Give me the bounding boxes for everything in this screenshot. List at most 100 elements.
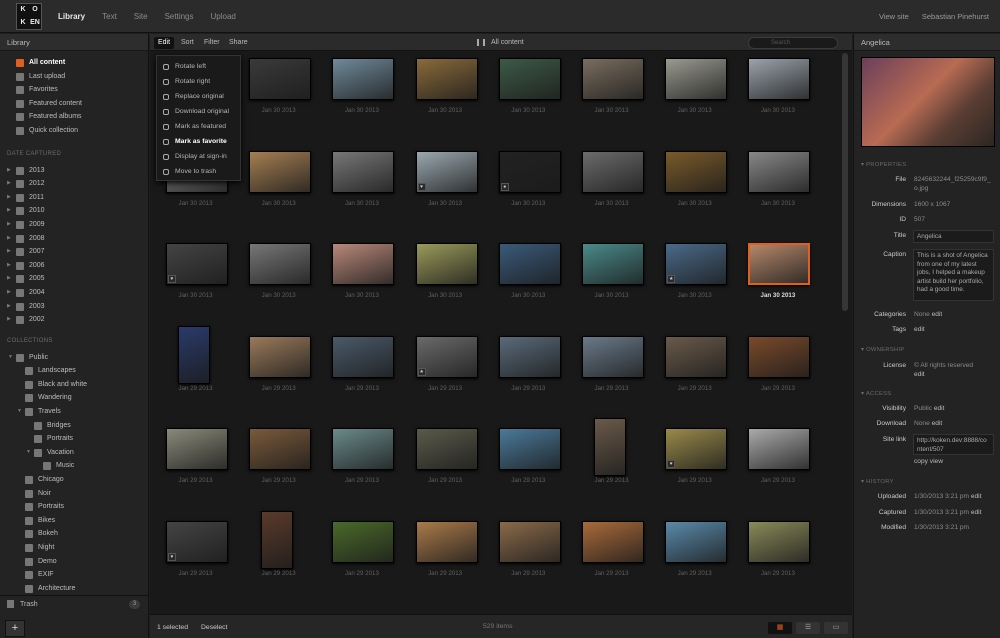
- thumbnail-image[interactable]: [582, 335, 644, 378]
- thumbnail-cell[interactable]: Jan 29 2013: [320, 423, 403, 515]
- thumbnail-cell[interactable]: Jan 29 2013: [570, 331, 653, 423]
- sitelink-field[interactable]: http://koken.dev:8888/content/507: [913, 434, 994, 455]
- view-link[interactable]: view: [930, 458, 943, 465]
- tab-share[interactable]: Share: [225, 37, 252, 49]
- menu-item-rotate-right[interactable]: Rotate right: [157, 74, 240, 89]
- thumbnail-image[interactable]: [332, 520, 395, 563]
- thumbnail-cell[interactable]: Jan 29 2013: [320, 331, 403, 423]
- sidebar-collection-bokeh[interactable]: Bokeh: [0, 527, 148, 541]
- sidebar-year-2012[interactable]: ▶ 2012: [0, 177, 148, 191]
- thumbnail-cell[interactable]: Jan 30 2013: [237, 238, 320, 330]
- menu-item-mark-as-favorite[interactable]: Mark as favorite: [157, 134, 240, 149]
- sidebar-year-2005[interactable]: ▶ 2005: [0, 272, 148, 286]
- expand-arrow-icon[interactable]: ▶: [7, 300, 11, 314]
- expand-arrow-icon[interactable]: ▶: [7, 313, 11, 327]
- thumbnail-image[interactable]: [166, 428, 228, 470]
- expand-arrow-icon[interactable]: ▶: [7, 164, 11, 178]
- thumbnail-cell[interactable]: ● Jan 30 2013: [487, 146, 570, 238]
- sidebar-year-2009[interactable]: ▶ 2009: [0, 218, 148, 232]
- expand-arrow-icon[interactable]: ▶: [7, 259, 11, 273]
- thumbnail-image[interactable]: [249, 335, 312, 378]
- nav-settings[interactable]: Settings: [165, 12, 194, 21]
- thumbnail-cell[interactable]: Jan 29 2013: [487, 423, 570, 515]
- categories-edit-link[interactable]: edit: [932, 311, 943, 318]
- thumbnail-cell[interactable]: ♥ Jan 30 2013: [404, 146, 487, 238]
- thumbnail-cell[interactable]: ♥ Jan 29 2013: [154, 516, 237, 608]
- thumbnail-cell[interactable]: Jan 30 2013: [320, 238, 403, 330]
- properties-header[interactable]: ▾ PROPERTIES: [861, 162, 906, 168]
- collections-header[interactable]: COLLECTIONS: [0, 331, 148, 351]
- collapse-arrow-icon[interactable]: ▼: [26, 446, 31, 460]
- sidebar-item-all-content[interactable]: All content: [0, 56, 148, 70]
- expand-arrow-icon[interactable]: ▶: [7, 191, 11, 205]
- sidebar-collection-bridges[interactable]: Bridges: [0, 419, 148, 433]
- thumbnail-image[interactable]: [415, 428, 478, 470]
- thumbnail-image[interactable]: [249, 150, 312, 193]
- sidebar-collection-black-and-white[interactable]: Black and white: [0, 378, 148, 392]
- thumbnail-image[interactable]: [332, 58, 395, 100]
- thumbnail-image[interactable]: [748, 335, 811, 378]
- thumbnail-cell[interactable]: Jan 30 2013: [404, 53, 487, 145]
- menu-item-move-to-trash[interactable]: Move to trash: [157, 164, 240, 179]
- thumbnail-cell[interactable]: Jan 29 2013: [237, 423, 320, 515]
- thumbnail-cell[interactable]: Jan 29 2013: [237, 510, 320, 608]
- collapse-arrow-icon[interactable]: ▼: [8, 351, 13, 365]
- thumbnail-image[interactable]: [178, 325, 210, 384]
- thumbnail-cell[interactable]: Jan 29 2013: [487, 516, 570, 608]
- thumbnail-image[interactable]: [415, 58, 478, 100]
- menu-item-rotate-left[interactable]: Rotate left: [157, 59, 240, 74]
- thumbnail-image[interactable]: [665, 520, 728, 563]
- thumbnail-cell[interactable]: Jan 30 2013: [487, 53, 570, 145]
- menu-item-mark-as-featured[interactable]: Mark as featured: [157, 119, 240, 134]
- thumbnail-cell[interactable]: Jan 30 2013: [736, 53, 819, 145]
- nav-site[interactable]: Site: [134, 12, 148, 21]
- tab-filter[interactable]: Filter: [200, 37, 224, 49]
- expand-arrow-icon[interactable]: ▶: [7, 232, 11, 246]
- expand-arrow-icon[interactable]: ▶: [7, 245, 11, 259]
- menu-item-replace-original[interactable]: Replace original: [157, 89, 240, 104]
- sidebar-year-2006[interactable]: ▶ 2006: [0, 259, 148, 273]
- tags-edit-link[interactable]: edit: [914, 326, 925, 333]
- thumbnail-cell[interactable]: Jan 30 2013: [320, 53, 403, 145]
- sidebar-collection-portraits[interactable]: Portraits: [0, 432, 148, 446]
- thumbnail-cell[interactable]: Jan 29 2013: [154, 325, 237, 423]
- thumbnail-image[interactable]: [582, 150, 644, 193]
- thumbnail-image[interactable]: [498, 335, 561, 378]
- sidebar-year-2013[interactable]: ▶ 2013: [0, 164, 148, 178]
- thumbnail-image[interactable]: [748, 150, 811, 193]
- sidebar-collection-vacation[interactable]: ▼ Vacation: [0, 446, 148, 460]
- list-view-icon[interactable]: ☰: [796, 622, 820, 634]
- visibility-edit-link[interactable]: edit: [934, 405, 945, 412]
- thumbnail-image[interactable]: [582, 243, 644, 285]
- thumbnail-image[interactable]: [748, 243, 811, 285]
- history-header[interactable]: ▾ HISTORY: [861, 479, 894, 485]
- thumbnail-image[interactable]: [748, 428, 811, 470]
- captured-edit-link[interactable]: edit: [971, 509, 982, 516]
- thumbnail-image[interactable]: [498, 58, 561, 100]
- expand-arrow-icon[interactable]: ▶: [7, 218, 11, 232]
- thumbnail-cell[interactable]: Jan 30 2013: [237, 146, 320, 238]
- thumbnail-cell[interactable]: Jan 29 2013: [736, 423, 819, 515]
- sidebar-collection-night[interactable]: Night: [0, 541, 148, 555]
- menu-item-display-at-sign-in[interactable]: Display at sign-in: [157, 149, 240, 164]
- uploaded-edit-link[interactable]: edit: [971, 493, 982, 500]
- sidebar-item-trash[interactable]: Trash 3: [0, 595, 149, 612]
- caption-field[interactable]: This is a shot of Angelica from one of m…: [913, 249, 994, 301]
- thumbnail-cell[interactable]: Jan 29 2013: [404, 516, 487, 608]
- detail-view-icon[interactable]: ▭: [824, 622, 848, 634]
- sidebar-year-2010[interactable]: ▶ 2010: [0, 204, 148, 218]
- thumbnail-cell[interactable]: Jan 29 2013: [570, 516, 653, 608]
- thumbnail-cell[interactable]: ♥ Jan 29 2013: [653, 423, 736, 515]
- date-captured-header[interactable]: DATE CAPTURED: [0, 144, 148, 164]
- tab-edit[interactable]: Edit: [154, 37, 175, 49]
- sidebar-year-2007[interactable]: ▶ 2007: [0, 245, 148, 259]
- sidebar-collection-noir[interactable]: Noir: [0, 487, 148, 501]
- sidebar-year-2004[interactable]: ▶ 2004: [0, 286, 148, 300]
- thumbnail-image[interactable]: [332, 150, 395, 193]
- search-input[interactable]: Search: [748, 37, 838, 49]
- sidebar-collection-chicago[interactable]: Chicago: [0, 473, 148, 487]
- thumbnail-image[interactable]: [665, 58, 728, 100]
- thumbnail-image[interactable]: [665, 150, 728, 193]
- user-menu[interactable]: Sebastian Pinehurst: [922, 12, 989, 21]
- view-site-link[interactable]: View site: [879, 12, 909, 21]
